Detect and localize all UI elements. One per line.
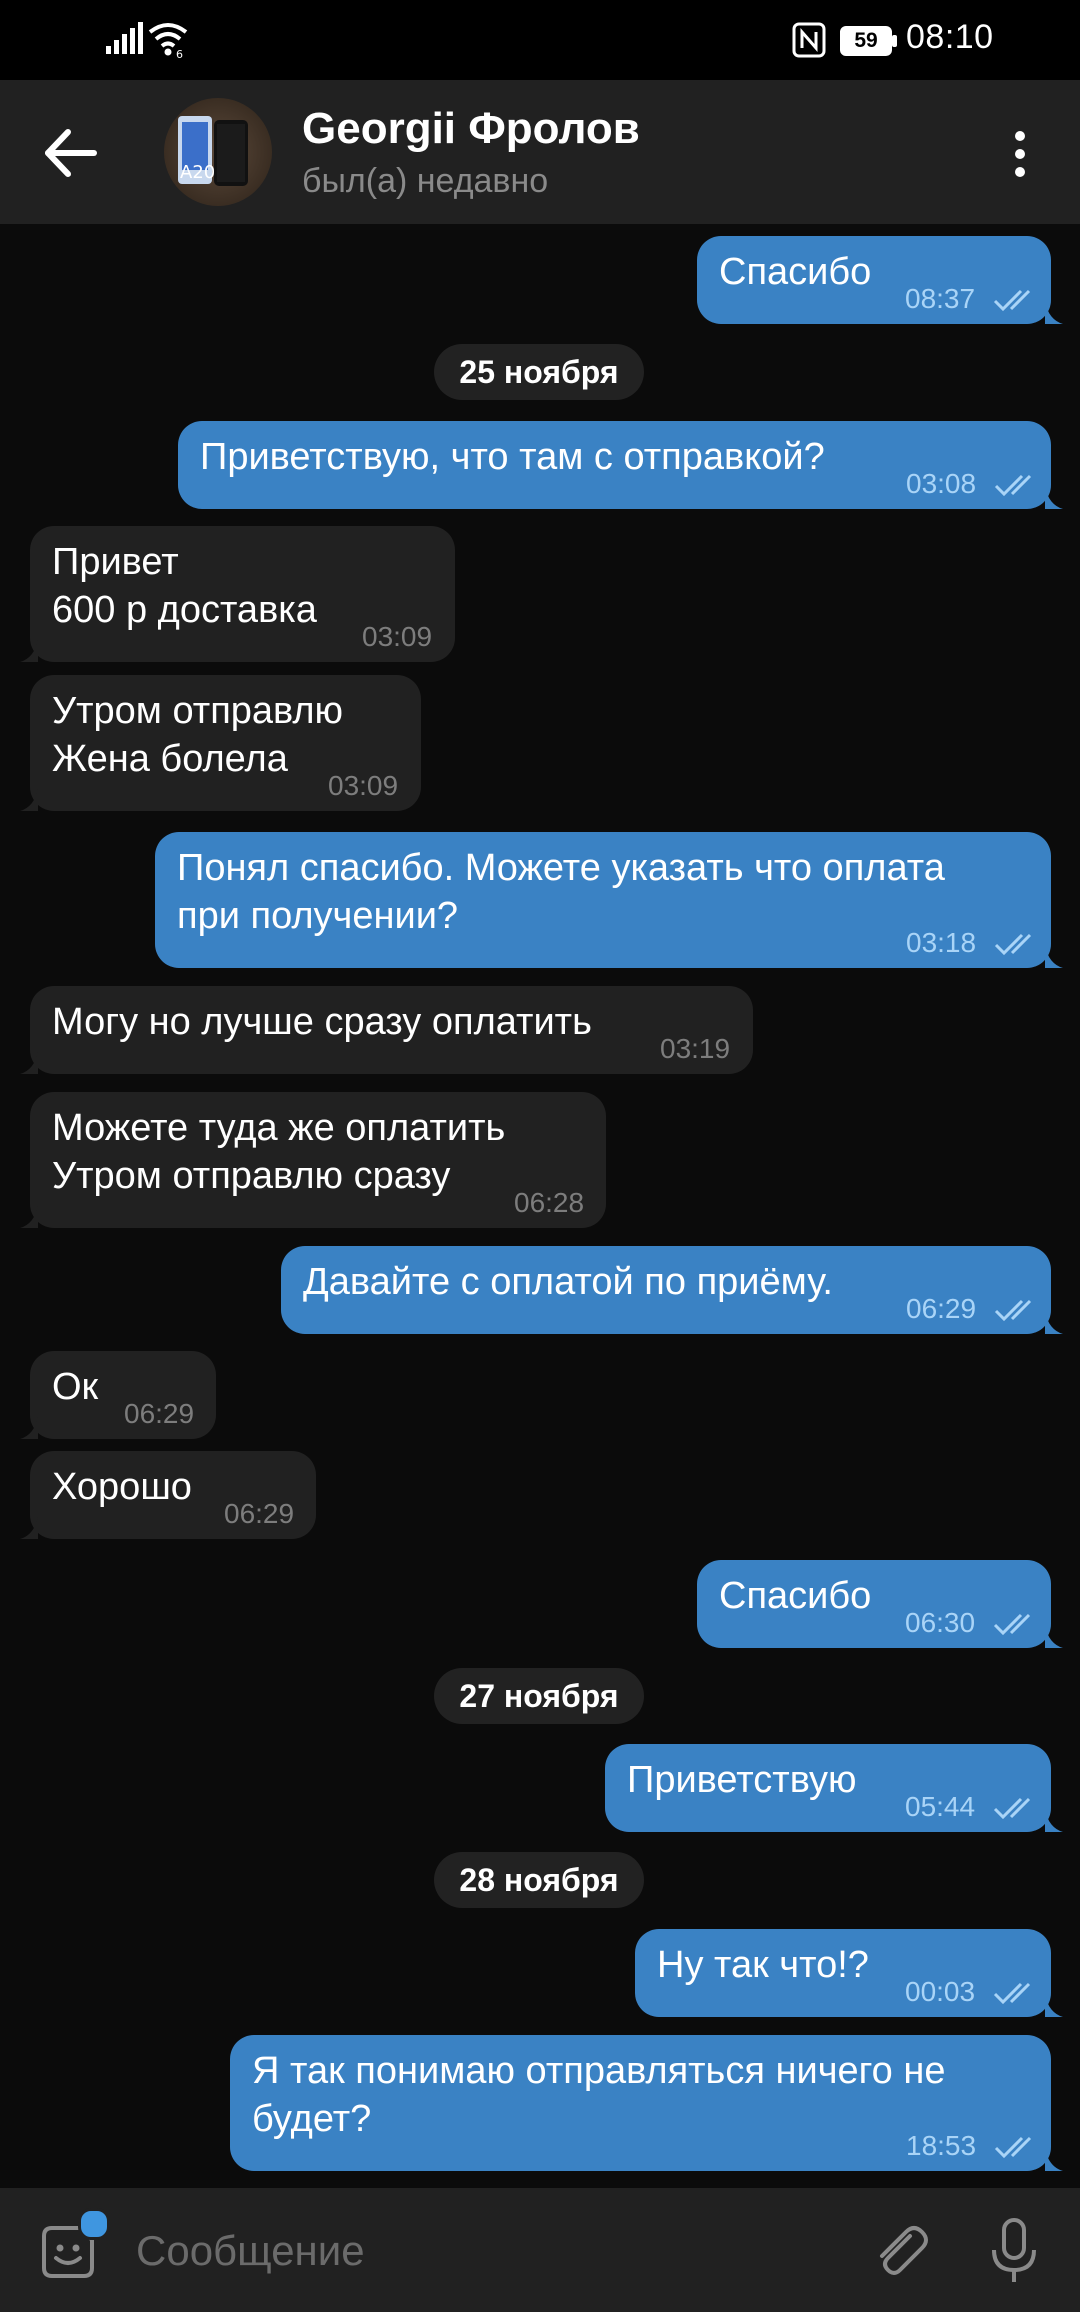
incoming-message[interactable]: Ок 06:29 — [20, 1351, 216, 1439]
outgoing-message[interactable]: Я так понимаю отправляться ничего не буд… — [230, 2035, 1063, 2171]
message-time: 03:08 — [906, 468, 977, 499]
read-double-check-icon — [994, 1299, 1032, 1322]
outgoing-message[interactable]: Понял спасибо. Можете указать что оплата… — [155, 832, 1063, 968]
bubble-tail — [1045, 487, 1063, 509]
bubble-tail — [1045, 1312, 1063, 1334]
avatar-label: A20 — [180, 162, 215, 183]
message-list[interactable]: Спасибо 08:37 25 ноября Приветствую, что та… — [0, 224, 1080, 2188]
message-time: 03:18 — [906, 927, 977, 958]
bubble-tail — [1045, 1626, 1063, 1648]
incoming-message[interactable]: Привет 600 р доставка 03:09 — [20, 526, 455, 662]
avatar[interactable]: A20 — [164, 98, 272, 206]
bubble-tail — [20, 640, 38, 662]
date-separator: 27 ноября — [434, 1668, 644, 1724]
message-time: 03:09 — [362, 621, 433, 652]
outgoing-message[interactable]: Приветствую, что там с отправкой? 03:08 — [178, 421, 1063, 509]
message-time: 06:29 — [906, 1293, 977, 1324]
message-time: 18:53 — [906, 2130, 977, 2161]
read-double-check-icon — [994, 933, 1032, 956]
message-text: Могу но лучше сразу оплатить — [52, 1001, 592, 1043]
message-time: 05:44 — [905, 1791, 976, 1822]
contact-name[interactable]: Georgii Фролов — [302, 104, 640, 154]
bubble-tail — [20, 1206, 38, 1228]
microphone-icon[interactable] — [988, 2216, 1040, 2286]
signal-icon — [106, 22, 143, 54]
message-time: 06:28 — [514, 1187, 585, 1218]
bubble-tail — [20, 1517, 38, 1539]
message-time: 06:29 — [224, 1498, 295, 1529]
incoming-message[interactable]: Утром отправлю Жена болела 03:09 — [20, 675, 421, 811]
status-bar: 6 59 08:10 — [0, 0, 1080, 80]
battery-level: 59 — [854, 29, 878, 52]
contact-status: был(а) недавно — [302, 162, 549, 200]
message-text: Привет 600 р доставка — [52, 541, 317, 631]
chat-header: A20 Georgii Фролов был(а) недавно — [0, 80, 1080, 224]
message-text: Спасибо — [719, 251, 872, 293]
compose-bar — [0, 2188, 1080, 2312]
read-double-check-icon — [993, 1982, 1031, 2005]
outgoing-message[interactable]: Приветствую 05:44 — [605, 1744, 1063, 1832]
wifi-icon: 6 — [148, 23, 188, 58]
read-double-check-icon — [993, 1613, 1031, 1636]
attach-paperclip-icon[interactable] — [866, 2218, 930, 2282]
outgoing-message[interactable]: Спасибо 06:30 — [697, 1560, 1063, 1648]
bubble-tail — [1045, 2149, 1063, 2171]
message-time: 03:19 — [660, 1033, 731, 1064]
read-double-check-icon — [994, 474, 1032, 497]
bubble-tail — [20, 1417, 38, 1439]
message-time: 06:29 — [124, 1398, 195, 1429]
outgoing-message[interactable]: Ну так что!? 00:03 — [635, 1929, 1063, 2017]
message-text: Я так понимаю отправляться ничего не буд… — [252, 2050, 946, 2140]
bubble-tail — [1045, 302, 1063, 324]
incoming-message[interactable]: Могу но лучше сразу оплатить 03:19 — [20, 986, 753, 1074]
read-double-check-icon — [994, 2136, 1032, 2159]
outgoing-message[interactable]: Спасибо 08:37 — [697, 236, 1063, 324]
bubble-tail — [1045, 1995, 1063, 2017]
read-double-check-icon — [993, 1797, 1031, 1820]
outgoing-message[interactable]: Давайте с оплатой по приёму. 06:29 — [281, 1246, 1063, 1334]
message-text: Утром отправлю Жена болела — [52, 690, 344, 780]
bubble-tail — [1045, 946, 1063, 968]
message-time: 08:37 — [905, 283, 976, 314]
message-text: Приветствую, что там с отправкой? — [200, 436, 825, 478]
bubble-tail — [20, 789, 38, 811]
back-arrow-icon[interactable] — [36, 118, 106, 188]
read-double-check-icon — [993, 289, 1031, 312]
battery-icon: 59 — [840, 26, 898, 56]
chat-screen: 6 59 08:10 A20 Georgii Фролов был(а) нед… — [0, 0, 1080, 2312]
more-options-icon[interactable] — [1000, 124, 1040, 184]
message-time: 06:30 — [905, 1607, 976, 1638]
message-time: 03:09 — [328, 770, 399, 801]
message-text: Понял спасибо. Можете указать что оплата… — [177, 847, 945, 937]
message-text: Можете туда же оплатить Утром отправлю с… — [52, 1107, 506, 1197]
incoming-message[interactable]: Можете туда же оплатить Утром отправлю с… — [20, 1092, 606, 1228]
incoming-message[interactable]: Хорошо 06:29 — [20, 1451, 316, 1539]
message-input[interactable] — [134, 2218, 838, 2284]
status-time: 08:10 — [906, 18, 994, 56]
nfc-icon — [792, 22, 826, 58]
date-separator: 25 ноября — [434, 344, 644, 400]
date-separator: 28 ноября — [434, 1852, 644, 1908]
bubble-tail — [1045, 1810, 1063, 1832]
bubble-tail — [20, 1052, 38, 1074]
message-text: Спасибо — [719, 1575, 872, 1617]
svg-text:6: 6 — [176, 48, 183, 58]
notification-dot — [78, 2208, 110, 2240]
message-time: 00:03 — [905, 1976, 976, 2007]
